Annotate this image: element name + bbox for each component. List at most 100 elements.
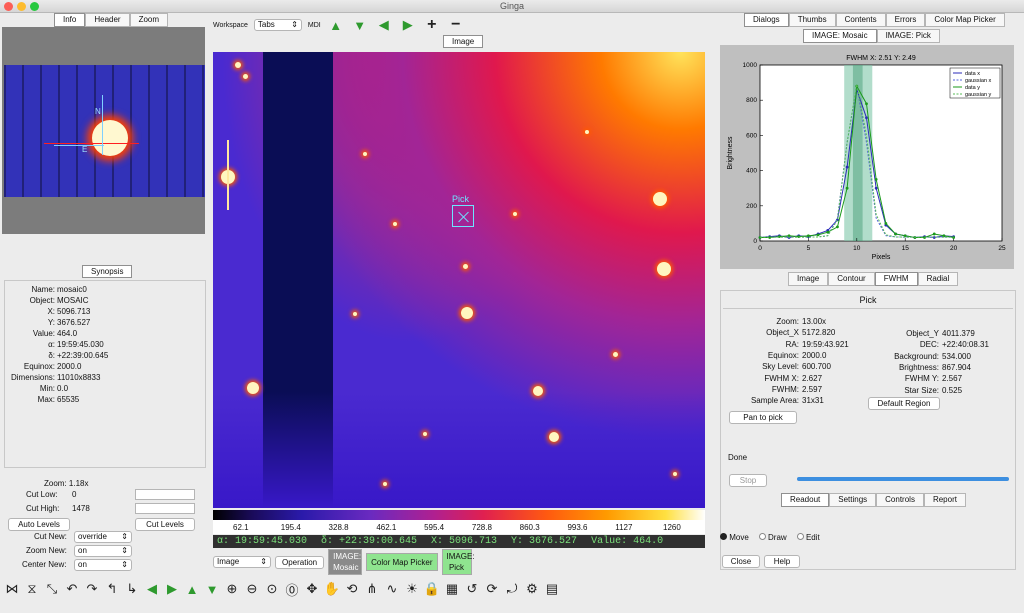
tab-settings[interactable]: Settings [829,493,877,507]
orient-n-up-icon[interactable]: ↰ [103,580,121,598]
tab-header[interactable]: Header [85,13,130,27]
colorbar[interactable]: 62.1 195.4 328.8 462.1 595.4 728.8 860.3 993.6 1… [213,510,705,534]
stop-button[interactable]: Stop [729,474,767,487]
mode-edit[interactable]: Edit [796,533,820,542]
minimize-window-icon[interactable] [17,2,26,11]
tab-color-map-picker-right[interactable]: Color Map Picker [925,13,1005,27]
reset-cuts-icon[interactable]: ⤾ [503,580,521,598]
tab-image[interactable]: Image [443,35,484,48]
cut-high-label: Cut High: [26,504,60,513]
pick-stat-row: RA: 19:59:43.921 [721,340,849,350]
close-button[interactable]: Close [722,555,760,568]
arrow-up-icon[interactable]: ▲ [327,16,345,34]
tab-plot-fwhm[interactable]: FWHM [874,272,918,286]
rotate-mode-icon[interactable]: ⟲ [343,580,361,598]
free-pan-icon[interactable]: ✋ [323,580,341,598]
tab-image-pick[interactable]: IMAGE: Pick [441,549,475,575]
channel-select[interactable]: Image ⇕ [213,556,271,568]
x-tick-label: 10 [853,245,861,252]
cut-new-select[interactable]: override ⇕ [74,531,132,543]
tab-readout[interactable]: Readout [781,493,830,507]
tab-image-mosaic-line1: IMAGE: [333,552,362,561]
orient-n-down-icon[interactable]: ↳ [123,580,141,598]
left-top-tabs: Info Header Zoom [54,13,169,27]
preferences-gear-icon[interactable]: ⚙ [523,580,541,598]
star [423,432,427,436]
colormap-icon[interactable]: ▦ [443,580,461,598]
rotate-cw-icon[interactable]: ↷ [83,580,101,598]
info-key: α: [48,340,55,349]
tab-image-mosaic[interactable]: IMAGE: Mosaic [328,549,363,575]
tab-plot-image[interactable]: Image [788,272,829,286]
viewer-settings-icon[interactable]: ▤ [543,580,561,598]
pan-icon[interactable]: ✥ [303,580,321,598]
rotate-ccw-icon[interactable]: ↶ [63,580,81,598]
tab-info[interactable]: Info [54,13,86,27]
flip-x-icon[interactable]: ⋈ [3,580,21,598]
cut-high-input[interactable] [135,503,195,514]
cuts-icon[interactable]: ∿ [383,580,401,598]
tab-controls[interactable]: Controls [876,493,924,507]
tab-plot-contour[interactable]: Contour [828,272,875,286]
zoom-out-icon[interactable]: ⊖ [243,580,261,598]
tab-thumbs[interactable]: Thumbs [788,13,836,27]
flip-y-icon[interactable]: ⧖ [23,580,41,598]
mode-draw[interactable]: Draw [758,533,787,542]
pick-stat-row: Object_X 5172.820 [721,328,835,338]
add-workspace-icon[interactable]: + [423,16,441,34]
center-new-select[interactable]: on ⇕ [74,559,132,571]
close-window-icon[interactable] [4,2,13,11]
arrow-right-icon[interactable]: ▶ [399,16,417,34]
tab-dialogs[interactable]: Dialogs [744,13,789,27]
next-image-icon[interactable]: ▶ [163,580,181,598]
pan-thumbnail-image[interactable]: N E [4,65,205,197]
zoom-in-icon[interactable]: ⊕ [223,580,241,598]
pan-to-pick-button[interactable]: Pan to pick [729,411,797,424]
cut-low-input[interactable] [135,489,195,500]
arrow-left-icon[interactable]: ◀ [375,16,393,34]
zoom-fit-icon[interactable]: ⊙ [263,580,281,598]
remove-workspace-icon[interactable]: − [447,16,465,34]
auto-levels-button[interactable]: Auto Levels [8,518,70,531]
pick-lower-tabs: Readout Settings Controls Report [781,493,966,507]
pick-region-box[interactable] [452,205,474,227]
tab-report[interactable]: Report [923,493,966,507]
tab-plot-radial[interactable]: Radial [917,272,959,286]
tab-errors[interactable]: Errors [885,13,926,27]
tab-contents[interactable]: Contents [835,13,886,27]
tab-image-mosaic-right[interactable]: IMAGE: Mosaic [803,29,877,43]
prev-image-icon[interactable]: ◀ [143,580,161,598]
default-region-button[interactable]: Default Region [868,397,940,410]
help-button[interactable]: Help [764,555,800,568]
tab-color-map-picker[interactable]: Color Map Picker [366,553,438,571]
data-point [932,232,936,236]
main-image-view[interactable]: Pick [213,52,705,508]
operation-button[interactable]: Operation [275,555,325,569]
prev-channel-icon[interactable]: ▲ [183,580,201,598]
pan-view[interactable]: N E [2,27,205,234]
contrast-icon[interactable]: ☀ [403,580,421,598]
synopsis-tab[interactable]: Synopsis [82,265,133,278]
bright-star [653,192,667,206]
info-key: X: [47,307,55,316]
readout-value: Value: 464.0 [591,536,664,547]
zoom-100-icon[interactable]: ⓪ [283,580,301,598]
reset-contrast-icon[interactable]: ⟳ [483,580,501,598]
mode-move[interactable]: Move [720,533,749,542]
x-tick-label: 20 [950,245,958,252]
reset-colormap-icon[interactable]: ↺ [463,580,481,598]
tab-zoom[interactable]: Zoom [129,13,169,27]
cut-levels-button[interactable]: Cut Levels [135,518,195,531]
lock-icon[interactable]: 🔒 [423,580,441,598]
workspace-toolbar: Workspace Tabs ⇕ MDI ▲ ▼ ◀ ▶ + − [213,15,703,35]
pick-stat-value: 19:59:43.921 [802,339,849,349]
swap-xy-icon[interactable]: ⤡ [43,580,61,598]
cut-high-value: 1478 [72,504,90,513]
zoom-new-select[interactable]: on ⇕ [74,545,132,557]
distribution-icon[interactable]: ⋔ [363,580,381,598]
workspace-type-select[interactable]: Tabs ⇕ [253,19,302,31]
next-channel-icon[interactable]: ▼ [203,580,221,598]
zoom-window-icon[interactable] [30,2,39,11]
tab-image-pick-right[interactable]: IMAGE: Pick [876,29,940,43]
arrow-down-icon[interactable]: ▼ [351,16,369,34]
